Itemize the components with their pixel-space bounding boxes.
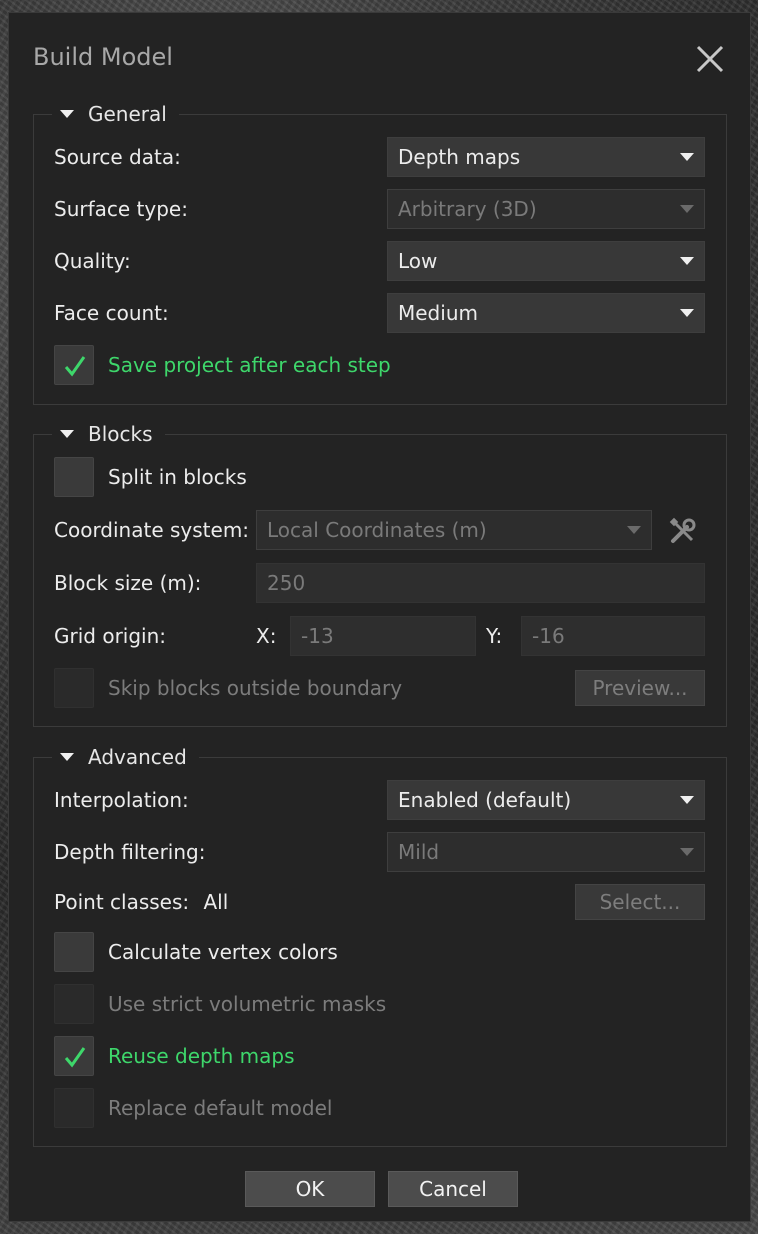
preview-button[interactable]: Preview... <box>575 670 705 706</box>
coordinate-system-combo[interactable]: Local Coordinates (m) <box>256 510 652 550</box>
split-blocks-checkbox[interactable] <box>54 457 94 497</box>
point-classes-value: All <box>203 890 229 914</box>
close-icon <box>696 45 724 73</box>
quality-value: Low <box>398 249 438 273</box>
dialog-title: Build Model <box>33 43 173 71</box>
block-size-label: Block size (m): <box>54 571 202 595</box>
group-blocks-title: Blocks <box>88 422 153 446</box>
skip-blocks-checkbox[interactable] <box>54 668 94 708</box>
interpolation-value: Enabled (default) <box>398 788 572 812</box>
block-size-input[interactable]: 250 <box>256 563 705 603</box>
coordinate-system-label: Coordinate system: <box>54 518 250 542</box>
checkmark-icon <box>64 1047 86 1068</box>
chevron-down-icon <box>680 796 694 804</box>
grid-origin-label: Grid origin: <box>54 624 167 648</box>
group-general: General Source data: Depth maps Surface … <box>33 95 727 405</box>
depth-filtering-combo[interactable]: Mild <box>387 832 705 872</box>
quality-combo[interactable]: Low <box>387 241 705 281</box>
collapse-triangle-icon <box>60 110 74 118</box>
select-classes-button[interactable]: Select... <box>575 884 705 920</box>
grid-x-label: X: <box>256 624 277 648</box>
replace-model-label: Replace default model <box>108 1096 333 1120</box>
face-count-value: Medium <box>398 301 478 325</box>
interpolation-combo[interactable]: Enabled (default) <box>387 780 705 820</box>
depth-filtering-label: Depth filtering: <box>54 840 206 864</box>
chevron-down-icon <box>680 848 694 856</box>
strict-masks-checkbox[interactable] <box>54 984 94 1024</box>
save-project-label: Save project after each step <box>108 353 391 377</box>
group-blocks: Blocks Split in blocks Coordinate system… <box>33 415 727 727</box>
checkmark-icon <box>64 356 86 377</box>
save-project-checkbox[interactable] <box>54 345 94 385</box>
skip-blocks-label: Skip blocks outside boundary <box>108 676 403 700</box>
split-blocks-label: Split in blocks <box>108 465 247 489</box>
group-advanced-title: Advanced <box>88 745 187 769</box>
ok-button[interactable]: OK <box>245 1171 375 1207</box>
grid-y-input[interactable]: -16 <box>521 616 705 656</box>
chevron-down-icon <box>680 257 694 265</box>
quality-label: Quality: <box>54 249 131 273</box>
face-count-label: Face count: <box>54 301 169 325</box>
vertex-colors-label: Calculate vertex colors <box>108 940 338 964</box>
source-data-label: Source data: <box>54 145 181 169</box>
group-general-title: General <box>88 102 167 126</box>
surface-type-combo[interactable]: Arbitrary (3D) <box>387 189 705 229</box>
chevron-down-icon <box>680 205 694 213</box>
face-count-combo[interactable]: Medium <box>387 293 705 333</box>
chevron-down-icon <box>680 153 694 161</box>
depth-filtering-value: Mild <box>398 840 440 864</box>
coordinate-settings-button[interactable] <box>668 516 698 546</box>
source-data-combo[interactable]: Depth maps <box>387 137 705 177</box>
chevron-down-icon <box>680 309 694 317</box>
group-blocks-header[interactable]: Blocks <box>52 415 165 453</box>
group-general-header[interactable]: General <box>52 95 179 133</box>
close-button[interactable] <box>694 43 726 75</box>
collapse-triangle-icon <box>60 753 74 761</box>
group-advanced: Advanced Interpolation: Enabled (default… <box>33 738 727 1147</box>
grid-x-input[interactable]: -13 <box>290 616 476 656</box>
replace-model-checkbox[interactable] <box>54 1088 94 1128</box>
group-advanced-header[interactable]: Advanced <box>52 738 199 776</box>
point-classes-caption: Point classes: <box>54 890 190 914</box>
reuse-depth-checkbox[interactable] <box>54 1036 94 1076</box>
source-data-value: Depth maps <box>398 145 521 169</box>
build-model-dialog: Build Model General Source data: Depth m… <box>8 12 751 1222</box>
grid-y-label: Y: <box>486 624 503 648</box>
coordinate-system-value: Local Coordinates (m) <box>267 518 487 542</box>
reuse-depth-label: Reuse depth maps <box>108 1044 295 1068</box>
tools-icon <box>669 517 696 543</box>
surface-type-value: Arbitrary (3D) <box>398 197 537 221</box>
surface-type-label: Surface type: <box>54 197 188 221</box>
collapse-triangle-icon <box>60 430 74 438</box>
vertex-colors-checkbox[interactable] <box>54 932 94 972</box>
point-classes-label: Point classes: All <box>54 882 228 922</box>
strict-masks-label: Use strict volumetric masks <box>108 992 387 1016</box>
chevron-down-icon <box>627 526 641 534</box>
interpolation-label: Interpolation: <box>54 788 189 812</box>
cancel-button[interactable]: Cancel <box>388 1171 518 1207</box>
